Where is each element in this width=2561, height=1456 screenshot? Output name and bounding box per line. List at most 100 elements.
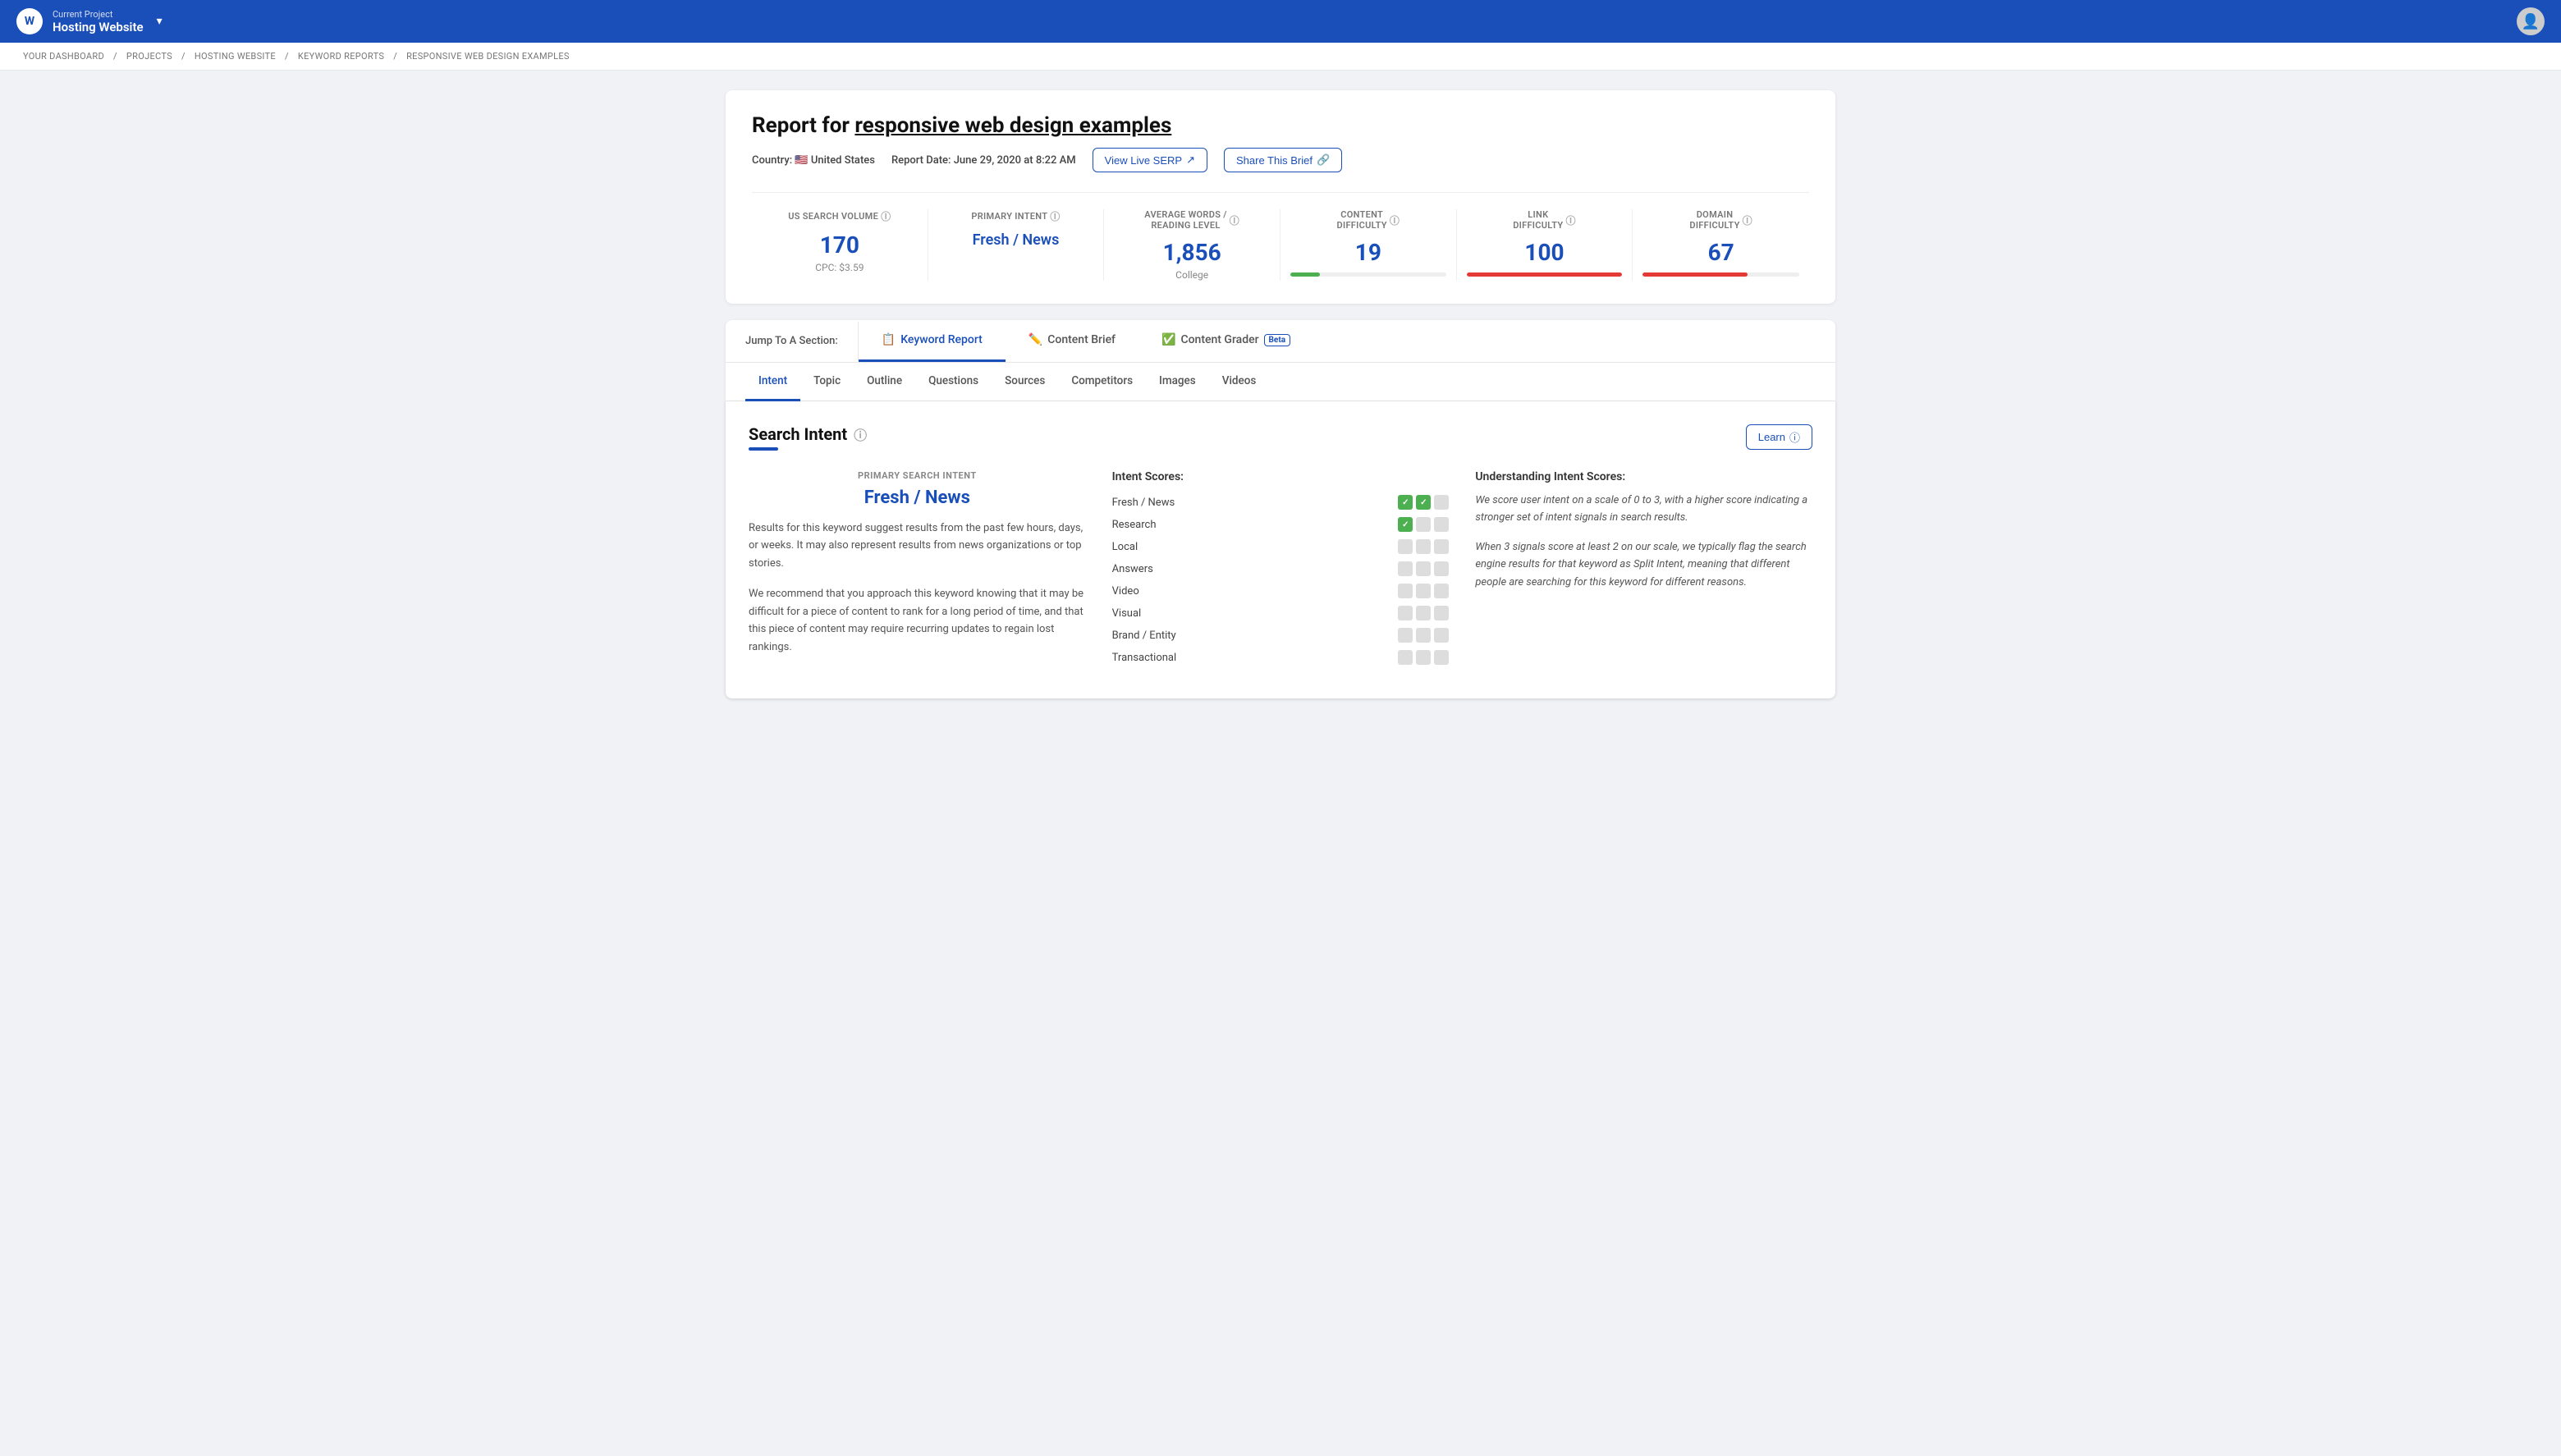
score-row-visual: Visual bbox=[1112, 606, 1450, 620]
score-boxes-visual bbox=[1398, 606, 1449, 620]
intent-grid: PRIMARY SEARCH INTENT Fresh / News Resul… bbox=[749, 470, 1812, 672]
chevron-down-icon[interactable]: ▾ bbox=[157, 15, 163, 28]
score-box bbox=[1416, 606, 1431, 620]
score-label-visual: Visual bbox=[1112, 607, 1211, 620]
breadcrumb: YOUR DASHBOARD / PROJECTS / HOSTING WEBS… bbox=[0, 43, 2561, 71]
metric-us-search-volume: US SEARCH VOLUME ⓘ 170 CPC: $3.59 bbox=[752, 209, 928, 281]
info-icon-primary-intent[interactable]: ⓘ bbox=[1050, 209, 1060, 223]
understanding-col: Understanding Intent Scores: We score us… bbox=[1475, 470, 1812, 672]
score-boxes-video bbox=[1398, 584, 1449, 598]
score-row-local: Local bbox=[1112, 539, 1450, 554]
breadcrumb-item-keyword-reports[interactable]: KEYWORD REPORTS bbox=[298, 51, 384, 62]
score-box: ✓ bbox=[1398, 517, 1413, 532]
score-row-video: Video bbox=[1112, 584, 1450, 598]
learn-icon: ⓘ bbox=[1789, 429, 1800, 445]
sub-tab-outline[interactable]: Outline bbox=[854, 363, 915, 401]
sub-tab-questions[interactable]: Questions bbox=[915, 363, 992, 401]
sub-tab-topic[interactable]: Topic bbox=[800, 363, 854, 401]
score-box bbox=[1416, 584, 1431, 598]
report-title: Report for responsive web design example… bbox=[752, 113, 1809, 138]
understanding-title: Understanding Intent Scores: bbox=[1475, 470, 1812, 483]
score-label-brand-entity: Brand / Entity bbox=[1112, 630, 1211, 642]
score-boxes-brand-entity bbox=[1398, 628, 1449, 643]
metric-avg-words: AVERAGE WORDS /READING LEVEL ⓘ 1,856 Col… bbox=[1104, 209, 1280, 281]
metric-link-difficulty: LINKDIFFICULTY ⓘ 100 bbox=[1457, 209, 1633, 281]
score-boxes-local bbox=[1398, 539, 1449, 554]
intent-description-1: Results for this keyword suggest results… bbox=[749, 520, 1086, 572]
score-row-answers: Answers bbox=[1112, 561, 1450, 576]
avatar[interactable]: 👤 bbox=[2517, 7, 2545, 35]
primary-search-intent-label: PRIMARY SEARCH INTENT bbox=[749, 470, 1086, 481]
link-icon: 🔗 bbox=[1317, 153, 1330, 167]
sub-tab-intent[interactable]: Intent bbox=[745, 363, 800, 401]
score-label-video: Video bbox=[1112, 585, 1211, 598]
top-navigation: W Current Project Hosting Website ▾ 👤 bbox=[0, 0, 2561, 43]
score-box bbox=[1416, 628, 1431, 643]
breadcrumb-item-projects[interactable]: PROJECTS bbox=[126, 51, 172, 62]
sub-tab-competitors[interactable]: Competitors bbox=[1058, 363, 1146, 401]
score-box bbox=[1416, 517, 1431, 532]
score-box bbox=[1434, 650, 1449, 665]
score-label-local: Local bbox=[1112, 541, 1211, 553]
domain-difficulty-bar bbox=[1642, 272, 1799, 277]
score-row-transactional: Transactional bbox=[1112, 650, 1450, 665]
nav-logo: W bbox=[16, 8, 43, 34]
sub-tab-videos[interactable]: Videos bbox=[1209, 363, 1270, 401]
jump-label: Jump To A Section: bbox=[726, 322, 859, 360]
external-link-icon: ↗ bbox=[1186, 153, 1195, 167]
score-box bbox=[1434, 628, 1449, 643]
score-box bbox=[1398, 561, 1413, 576]
primary-intent-col: PRIMARY SEARCH INTENT Fresh / News Resul… bbox=[749, 470, 1086, 672]
info-icon-content-difficulty[interactable]: ⓘ bbox=[1390, 213, 1400, 227]
heading-underline bbox=[749, 447, 778, 451]
report-country: Country: 🇺🇸 United States bbox=[752, 154, 875, 167]
report-date: Report Date: June 29, 2020 at 8:22 AM bbox=[891, 154, 1076, 167]
intent-scores-col: Intent Scores: Fresh / News ✓ ✓ bbox=[1112, 470, 1450, 672]
breadcrumb-item-dashboard[interactable]: YOUR DASHBOARD bbox=[23, 51, 104, 62]
breadcrumb-item-current: RESPONSIVE WEB DESIGN EXAMPLES bbox=[406, 51, 570, 62]
primary-intent-value[interactable]: Fresh / News bbox=[938, 231, 1094, 249]
score-label-fresh-news: Fresh / News bbox=[1112, 497, 1211, 509]
learn-button[interactable]: Learn ⓘ bbox=[1746, 424, 1812, 450]
score-row-research: Research ✓ bbox=[1112, 517, 1450, 532]
score-box bbox=[1434, 561, 1449, 576]
metric-primary-intent: PRIMARY INTENT ⓘ Fresh / News bbox=[928, 209, 1105, 281]
intent-heading: Search Intent ⓘ bbox=[749, 424, 867, 444]
score-box: ✓ bbox=[1416, 495, 1431, 510]
tab-content-grader[interactable]: ✅ Content Grader Beta bbox=[1138, 320, 1313, 362]
score-box bbox=[1398, 628, 1413, 643]
score-box bbox=[1398, 539, 1413, 554]
project-label: Current Project bbox=[53, 9, 144, 20]
score-boxes-fresh-news: ✓ ✓ bbox=[1398, 495, 1449, 510]
understanding-text-2: When 3 signals score at least 2 on our s… bbox=[1475, 538, 1812, 591]
share-brief-button[interactable]: Share This Brief 🔗 bbox=[1224, 148, 1342, 172]
info-icon-link-difficulty[interactable]: ⓘ bbox=[1565, 213, 1575, 227]
report-keyword: responsive web design examples bbox=[854, 113, 1171, 138]
beta-badge: Beta bbox=[1264, 334, 1291, 346]
report-meta: Country: 🇺🇸 United States Report Date: J… bbox=[752, 148, 1809, 172]
content-area: Search Intent ⓘ Learn ⓘ PRIMARY SEARCH I bbox=[726, 401, 1835, 698]
section-tabs: Jump To A Section: 📋 Keyword Report ✏️ C… bbox=[726, 320, 1835, 698]
score-box bbox=[1434, 539, 1449, 554]
primary-search-intent-value: Fresh / News bbox=[749, 488, 1086, 508]
intent-description-2: We recommend that you approach this keyw… bbox=[749, 585, 1086, 656]
info-icon-search-volume[interactable]: ⓘ bbox=[881, 209, 891, 223]
view-live-serp-button[interactable]: View Live SERP ↗ bbox=[1093, 148, 1207, 172]
sub-tab-sources[interactable]: Sources bbox=[992, 363, 1058, 401]
tab-content-brief[interactable]: ✏️ Content Brief bbox=[1006, 320, 1138, 362]
jump-tabs-row: Jump To A Section: 📋 Keyword Report ✏️ C… bbox=[726, 320, 1835, 363]
nav-left: W Current Project Hosting Website ▾ bbox=[16, 8, 163, 34]
breadcrumb-item-hosting[interactable]: HOSTING WEBSITE bbox=[195, 51, 276, 62]
info-icon-avg-words[interactable]: ⓘ bbox=[1230, 213, 1239, 227]
link-difficulty-bar bbox=[1467, 272, 1623, 277]
sub-tab-images[interactable]: Images bbox=[1146, 363, 1209, 401]
main-content: Report for responsive web design example… bbox=[706, 71, 1855, 718]
info-icon-domain-difficulty[interactable]: ⓘ bbox=[1743, 213, 1752, 227]
info-icon-intent[interactable]: ⓘ bbox=[854, 424, 867, 444]
score-label-transactional: Transactional bbox=[1112, 652, 1211, 664]
score-box bbox=[1398, 606, 1413, 620]
tab-keyword-report[interactable]: 📋 Keyword Report bbox=[859, 320, 1006, 362]
score-label-answers: Answers bbox=[1112, 563, 1211, 575]
metrics-row: US SEARCH VOLUME ⓘ 170 CPC: $3.59 PRIMAR… bbox=[752, 192, 1809, 281]
intent-scores-title: Intent Scores: bbox=[1112, 470, 1450, 483]
